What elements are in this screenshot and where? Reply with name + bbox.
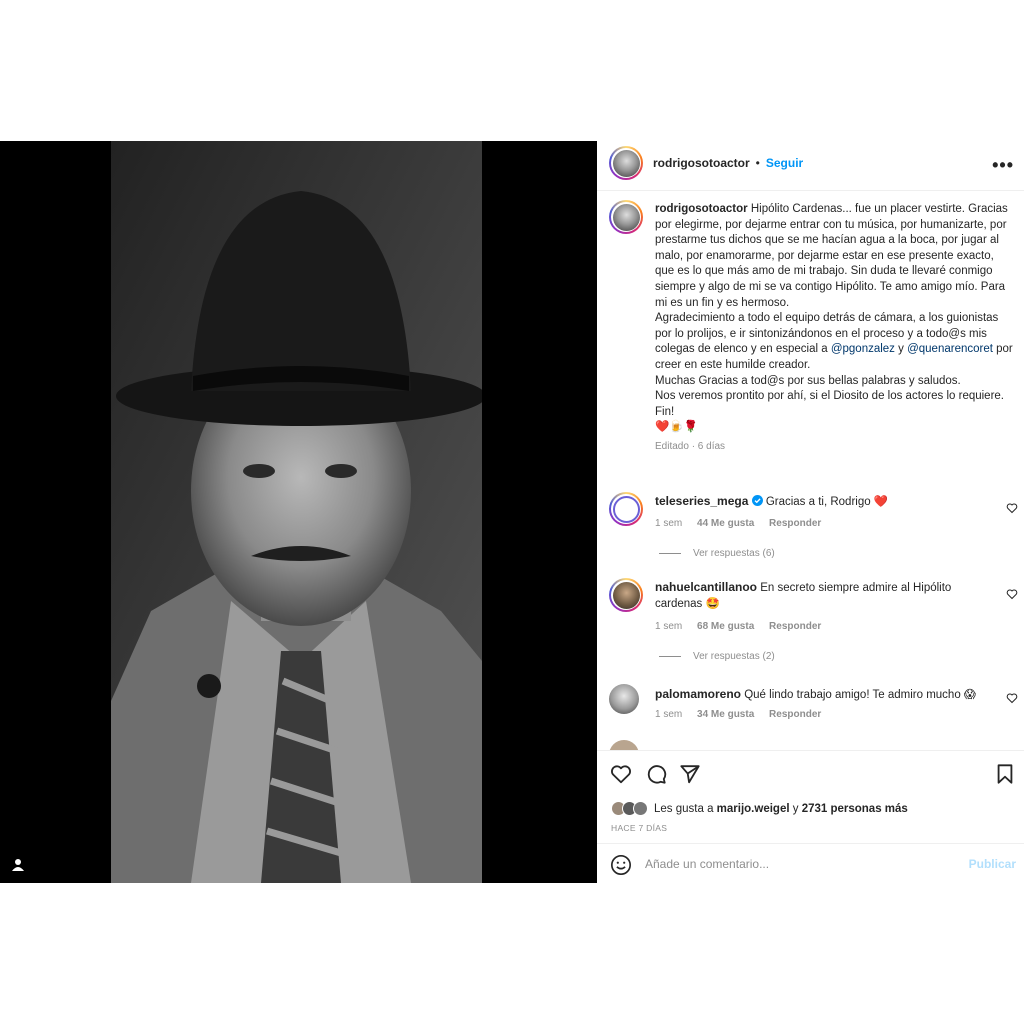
likes-user[interactable]: marijo.weigel [717, 803, 790, 815]
caption-avatar[interactable] [609, 200, 643, 234]
caption-text-4: Muchas Gracias a tod@s por sus bellas pa… [655, 374, 961, 387]
likes-and: y [792, 802, 799, 815]
publish-button[interactable]: Publicar [969, 857, 1016, 871]
mention-quenarencoret[interactable]: @quenarencoret [907, 343, 993, 355]
comment-input[interactable]: Añade un comentario... [645, 857, 769, 871]
post-media[interactable] [0, 141, 597, 883]
comment-likes[interactable]: 68 Me gusta [697, 621, 754, 632]
comment-body: Gracias a ti, Rodrigo [765, 496, 871, 508]
caption-text-6: Fin! [655, 405, 675, 418]
comment-avatar-partial[interactable] [609, 740, 639, 750]
caption-username[interactable]: rodrigosotoactor [655, 203, 748, 215]
caption-and: y [898, 343, 904, 356]
comment-likes[interactable]: 44 Me gusta [697, 518, 754, 529]
add-comment-bar: Añade un comentario... Publicar [597, 843, 1024, 884]
comment-meta: 1 sem 44 Me gusta Responder [655, 518, 833, 529]
view-replies-button[interactable]: Ver respuestas (2) [659, 651, 775, 662]
reply-button[interactable]: Responder [769, 621, 821, 632]
view-replies-button[interactable]: Ver respuestas (6) [659, 548, 775, 559]
replies-line [659, 656, 681, 657]
save-bookmark-icon[interactable] [994, 763, 1016, 785]
emoji-smiley-icon[interactable] [610, 854, 632, 876]
comment-avatar[interactable] [609, 578, 643, 612]
author-avatar[interactable] [609, 146, 643, 180]
comment-text: nahuelcantillanoo En secreto siempre adm… [655, 580, 995, 612]
caption-emojis: ❤️🍺🌹 [655, 421, 698, 434]
instagram-post: rodrigosotoactor • Seguir ••• rodrigosot… [0, 141, 1024, 883]
share-plane-icon[interactable] [679, 763, 701, 785]
replies-line [659, 553, 681, 554]
comment-avatar[interactable] [609, 684, 639, 714]
follow-button[interactable]: Seguir [766, 156, 803, 170]
verified-badge-icon [751, 495, 763, 506]
comment-emoji: ❤️ [873, 496, 889, 508]
reply-button[interactable]: Responder [769, 709, 821, 720]
more-options-icon[interactable]: ••• [992, 155, 1014, 176]
comment-likes[interactable]: 34 Me gusta [697, 709, 754, 720]
reply-button[interactable]: Responder [769, 518, 821, 529]
comment-time: 1 sem [655, 621, 683, 632]
comment-emoji: 🤩 [705, 597, 720, 610]
like-heart-icon[interactable] [610, 763, 632, 785]
like-comment-heart-icon[interactable] [1006, 502, 1018, 514]
likers-avatars [611, 801, 648, 816]
separator-dot: • [755, 156, 760, 170]
caption-edited-time: Editado · 6 días [655, 440, 726, 452]
comment-bubble-icon[interactable] [645, 763, 667, 785]
post-header: rodrigosotoactor • Seguir ••• [597, 141, 1024, 191]
comment-text: palomamoreno Qué lindo trabajo amigo! Te… [655, 687, 995, 704]
author-username[interactable]: rodrigosotoactor [653, 156, 750, 170]
like-comment-heart-icon[interactable] [1006, 588, 1018, 600]
comment-username[interactable]: palomamoreno [655, 687, 741, 701]
comment-emoji: 😱 [963, 689, 976, 701]
comment-text: teleseries_mega Gracias a ti, Rodrigo ❤️ [655, 494, 995, 511]
comment-time: 1 sem [655, 709, 683, 720]
comment-avatar[interactable] [609, 492, 643, 526]
view-replies-label: Ver respuestas (6) [693, 548, 775, 559]
comment-time: 1 sem [655, 518, 683, 529]
portrait-photo [111, 141, 482, 883]
liker-avatar [633, 801, 648, 816]
like-comment-heart-icon[interactable] [1006, 692, 1018, 704]
comment-meta: 1 sem 68 Me gusta Responder [655, 621, 833, 632]
portrait-illustration [111, 141, 482, 883]
user-tag-icon[interactable] [10, 857, 26, 873]
post-timestamp[interactable]: HACE 7 DÍAS [611, 823, 667, 833]
caption-text-1: Hipólito Cardenas... fue un placer vesti… [655, 203, 1008, 309]
comment-body: Qué lindo trabajo amigo! Te admiro mucho [744, 689, 961, 701]
likes-prefix: Les gusta a [654, 802, 714, 815]
comments-scroll-area[interactable]: rodrigosotoactor Hipólito Cardenas... fu… [597, 192, 1024, 750]
comment-meta: 1 sem 34 Me gusta Responder [655, 709, 833, 720]
likes-count[interactable]: 2731 personas más [802, 803, 908, 815]
view-replies-label: Ver respuestas (2) [693, 651, 775, 662]
likes-summary[interactable]: Les gusta a marijo.weigel y 2731 persona… [611, 801, 908, 816]
caption-text-5: Nos veremos prontito por ahí, si el Dios… [655, 390, 1004, 403]
mention-pgonzalez[interactable]: @pgonzalez [831, 343, 895, 355]
post-caption: rodrigosotoactor Hipólito Cardenas... fu… [655, 202, 1015, 458]
comment-username[interactable]: nahuelcantillanoo [655, 580, 757, 594]
comment-username[interactable]: teleseries_mega [655, 494, 748, 508]
post-sidebar: rodrigosotoactor • Seguir ••• rodrigosot… [597, 141, 1024, 883]
post-actions: Les gusta a marijo.weigel y 2731 persona… [597, 750, 1024, 883]
